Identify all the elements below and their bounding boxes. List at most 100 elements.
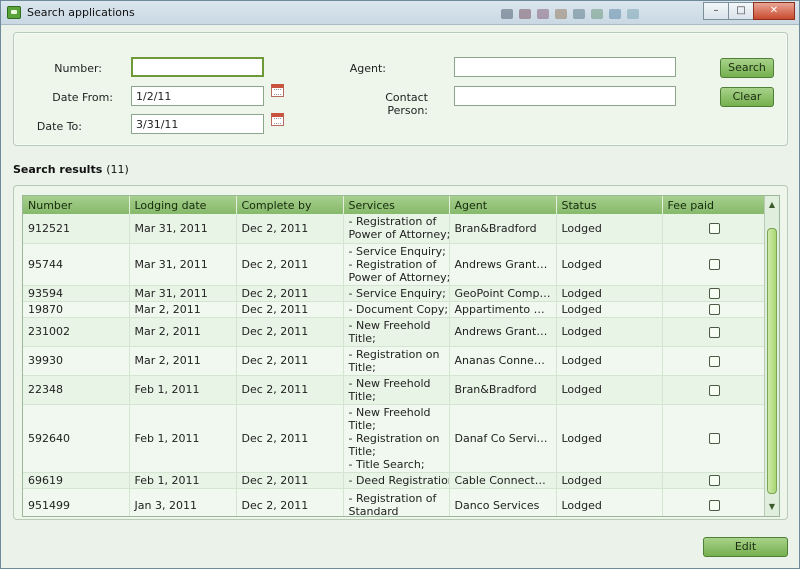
cell-number: 951499 — [23, 488, 130, 516]
cell-agent: Appartimento Dan... — [449, 301, 557, 318]
column-header-complete-by[interactable]: Complete by — [236, 196, 344, 214]
table-row[interactable]: 93594 Mar 31, 2011 Dec 2, 2011 - Service En… — [23, 285, 767, 302]
scroll-up-arrow-icon[interactable]: ▲ — [765, 198, 779, 212]
cell-agent: Andrews Grant Co... — [449, 243, 557, 286]
table-row[interactable]: 951499 Jan 3, 2011 Dec 2, 2011- Registrati… — [23, 488, 767, 516]
cell-lodging-date: Mar 31, 2011 — [129, 285, 237, 302]
service-line: - Registration of — [348, 215, 437, 229]
table-row[interactable]: 592640 Feb 1, 2011 Dec 2, 2011- New Freeho… — [23, 404, 767, 473]
service-line: - Service Enquiry; — [348, 286, 446, 300]
number-input[interactable] — [131, 57, 264, 77]
clear-button[interactable]: Clear — [720, 87, 774, 107]
column-header-fee-paid[interactable]: Fee paid — [662, 196, 767, 214]
number-label: Number: — [54, 62, 102, 75]
table-row[interactable]: 39930 Mar 2, 2011 Dec 2, 2011- Registratio… — [23, 346, 767, 376]
edit-button[interactable]: Edit — [703, 537, 788, 557]
cell-fee-paid — [662, 214, 767, 244]
column-header-status[interactable]: Status — [556, 196, 663, 214]
date-from-input[interactable] — [131, 86, 264, 106]
cell-lodging-date: Feb 1, 2011 — [129, 375, 237, 405]
scroll-down-arrow-icon[interactable]: ▼ — [765, 500, 779, 514]
title-bar[interactable]: Search applications – □ ✕ — [1, 1, 799, 25]
fee-paid-checkbox[interactable] — [708, 326, 720, 338]
agent-label: Agent: — [349, 62, 386, 75]
table-row[interactable]: 912521 Mar 31, 2011 Dec 2, 2011- Registrat… — [23, 214, 767, 244]
search-applications-window: Search applications – □ ✕ Number: Date F… — [0, 0, 800, 569]
service-line: - Registration on — [348, 431, 440, 445]
search-results-count: (11) — [106, 163, 129, 176]
cell-fee-paid — [662, 346, 767, 376]
fee-paid-checkbox[interactable] — [708, 500, 720, 511]
table-row[interactable]: 22348 Feb 1, 2011 Dec 2, 2011- New Freehol… — [23, 375, 767, 405]
fee-paid-checkbox[interactable] — [708, 355, 720, 367]
fee-paid-checkbox[interactable] — [708, 259, 720, 270]
cell-number: 93594 — [23, 285, 130, 302]
column-header-number[interactable]: Number — [23, 196, 130, 214]
cell-agent: Danco Services — [449, 488, 557, 516]
cell-number: 19870 — [23, 301, 130, 318]
search-button[interactable]: Search — [720, 58, 774, 78]
maximize-button[interactable]: □ — [728, 2, 754, 20]
cell-complete-by: Dec 2, 2011 — [236, 301, 344, 318]
service-line: - Document Copy; — [348, 302, 449, 316]
cell-status: Lodged — [556, 301, 663, 318]
service-line: - Service Enquiry; — [348, 244, 446, 258]
cell-fee-paid — [662, 301, 767, 318]
cell-complete-by: Dec 2, 2011 — [236, 285, 344, 302]
agent-input[interactable] — [454, 57, 676, 77]
service-line: - New Freehold — [348, 405, 431, 419]
calendar-icon[interactable] — [271, 113, 284, 126]
calendar-icon[interactable] — [271, 84, 284, 97]
cell-agent: Bran&Bradford — [449, 375, 557, 405]
column-header-agent[interactable]: Agent — [449, 196, 557, 214]
cell-lodging-date: Mar 2, 2011 — [129, 301, 237, 318]
fee-paid-checkbox[interactable] — [708, 475, 720, 486]
date-from-label: Date From: — [52, 91, 113, 104]
fee-paid-checkbox[interactable] — [708, 433, 720, 444]
service-line: - New Freehold — [348, 376, 431, 390]
contact-person-input[interactable] — [454, 86, 676, 106]
cell-services: - New Freehold Title; — [343, 317, 450, 347]
table-header-row: Number Lodging date Complete by Services… — [23, 196, 767, 214]
cell-services: - Registration of Power of Attorney; — [343, 214, 450, 244]
fee-paid-checkbox[interactable] — [708, 384, 720, 396]
fee-paid-checkbox[interactable] — [708, 288, 720, 299]
cell-complete-by: Dec 2, 2011 — [236, 472, 344, 489]
fee-paid-checkbox[interactable] — [708, 304, 720, 315]
cell-number: 69619 — [23, 472, 130, 489]
table-row[interactable]: 19870 Mar 2, 2011 Dec 2, 2011 - Document Co… — [23, 301, 767, 318]
cell-status: Lodged — [556, 346, 663, 376]
cell-agent: Bran&Bradford — [449, 214, 557, 244]
minimize-button[interactable]: – — [703, 2, 729, 20]
service-line: Power of Attorney; — [348, 228, 449, 242]
close-button[interactable]: ✕ — [753, 2, 795, 20]
service-line: Title; — [348, 331, 376, 345]
window-controls: – □ ✕ — [703, 2, 795, 20]
column-header-services[interactable]: Services — [343, 196, 450, 214]
cell-services: - New Freehold Title; - Registration on Tit… — [343, 404, 450, 473]
cell-status: Lodged — [556, 214, 663, 244]
date-to-input[interactable] — [131, 114, 264, 134]
cell-fee-paid — [662, 285, 767, 302]
column-header-lodging-date[interactable]: Lodging date — [129, 196, 237, 214]
results-table-container: Number Lodging date Complete by Services… — [22, 195, 780, 517]
scrollbar-thumb[interactable] — [767, 228, 777, 494]
table-row[interactable]: 231002 Mar 2, 2011 Dec 2, 2011- New Freeho… — [23, 317, 767, 347]
cell-number: 231002 — [23, 317, 130, 347]
cell-number: 95744 — [23, 243, 130, 286]
cell-agent: Danaf Co Services — [449, 404, 557, 473]
cell-agent: Andrews Grant Co... — [449, 317, 557, 347]
cell-lodging-date: Jan 3, 2011 — [129, 488, 237, 516]
cell-fee-paid — [662, 317, 767, 347]
fee-paid-checkbox[interactable] — [708, 223, 720, 235]
table-row[interactable]: 69619 Feb 1, 2011 Dec 2, 2011 - Deed Regist… — [23, 472, 767, 489]
cell-status: Lodged — [556, 488, 663, 516]
cell-complete-by: Dec 2, 2011 — [236, 375, 344, 405]
cell-status: Lodged — [556, 472, 663, 489]
service-line: - Registration on — [348, 347, 440, 361]
service-line: - Title Search; — [348, 457, 425, 471]
search-results-heading: Search results (11) — [13, 163, 129, 176]
table-row[interactable]: 95744 Mar 31, 2011 Dec 2, 2011- Service En… — [23, 243, 767, 286]
service-line: Title; — [348, 444, 376, 458]
vertical-scrollbar[interactable]: ▲ ▼ — [764, 196, 779, 516]
